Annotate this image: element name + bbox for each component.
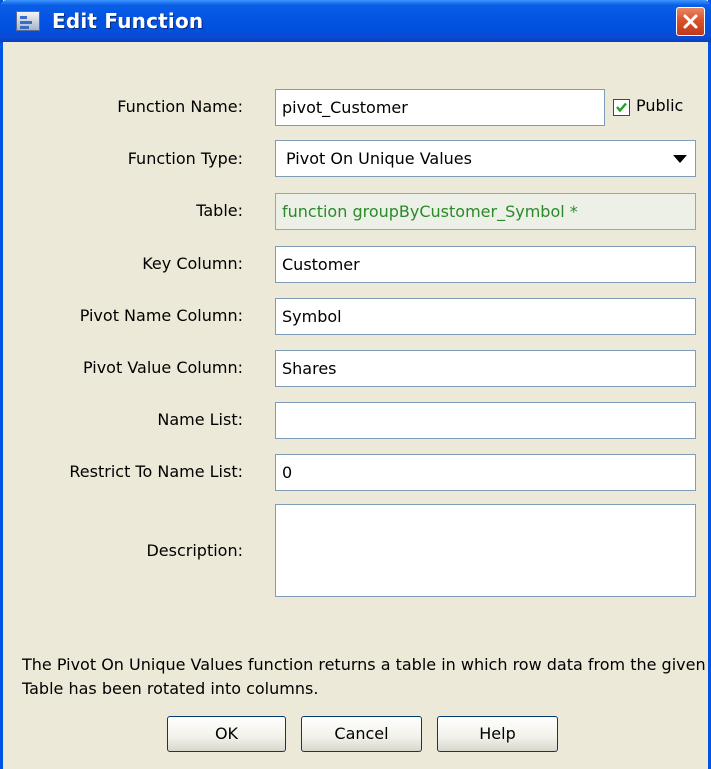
- function-type-select[interactable]: Pivot On Unique Values: [275, 140, 696, 177]
- restrict-to-name-list-input[interactable]: 0: [275, 454, 696, 491]
- close-icon: [683, 14, 698, 29]
- function-name-label: Function Name:: [117, 97, 243, 116]
- function-description-text: The Pivot On Unique Values function retu…: [22, 655, 706, 698]
- ok-button[interactable]: OK: [167, 716, 286, 752]
- pivot-value-column-input[interactable]: Shares: [275, 350, 696, 387]
- public-label: Public: [636, 96, 684, 115]
- close-button[interactable]: [676, 7, 705, 36]
- key-column-label: Key Column:: [142, 254, 243, 273]
- table-label: Table:: [196, 201, 243, 220]
- title-bar[interactable]: Edit Function: [0, 0, 711, 42]
- name-list-input[interactable]: [275, 402, 696, 439]
- check-icon: [616, 102, 627, 113]
- window-app-icon: [16, 11, 40, 31]
- pivot-name-column-input[interactable]: Symbol: [275, 298, 696, 335]
- function-name-input[interactable]: pivot_Customer: [275, 89, 605, 126]
- pivot-value-column-label: Pivot Value Column:: [82, 358, 243, 377]
- table-field: function groupByCustomer_Symbol *: [275, 193, 696, 230]
- chevron-down-icon[interactable]: [673, 155, 687, 163]
- function-type-label: Function Type:: [127, 149, 243, 168]
- edit-function-dialog: Edit Function Function Name: pivot_Custo…: [0, 0, 711, 769]
- description-textarea[interactable]: [275, 504, 696, 597]
- function-type-value: Pivot On Unique Values: [286, 149, 472, 168]
- description-label: Description:: [146, 541, 243, 560]
- help-button[interactable]: Help: [437, 716, 558, 752]
- public-checkbox[interactable]: [613, 99, 630, 116]
- restrict-to-name-list-label: Restrict To Name List:: [69, 462, 243, 481]
- window-title: Edit Function: [52, 9, 204, 33]
- key-column-input[interactable]: Customer: [275, 246, 696, 283]
- cancel-button[interactable]: Cancel: [301, 716, 422, 752]
- name-list-label: Name List:: [157, 410, 243, 429]
- pivot-name-column-label: Pivot Name Column:: [79, 306, 243, 325]
